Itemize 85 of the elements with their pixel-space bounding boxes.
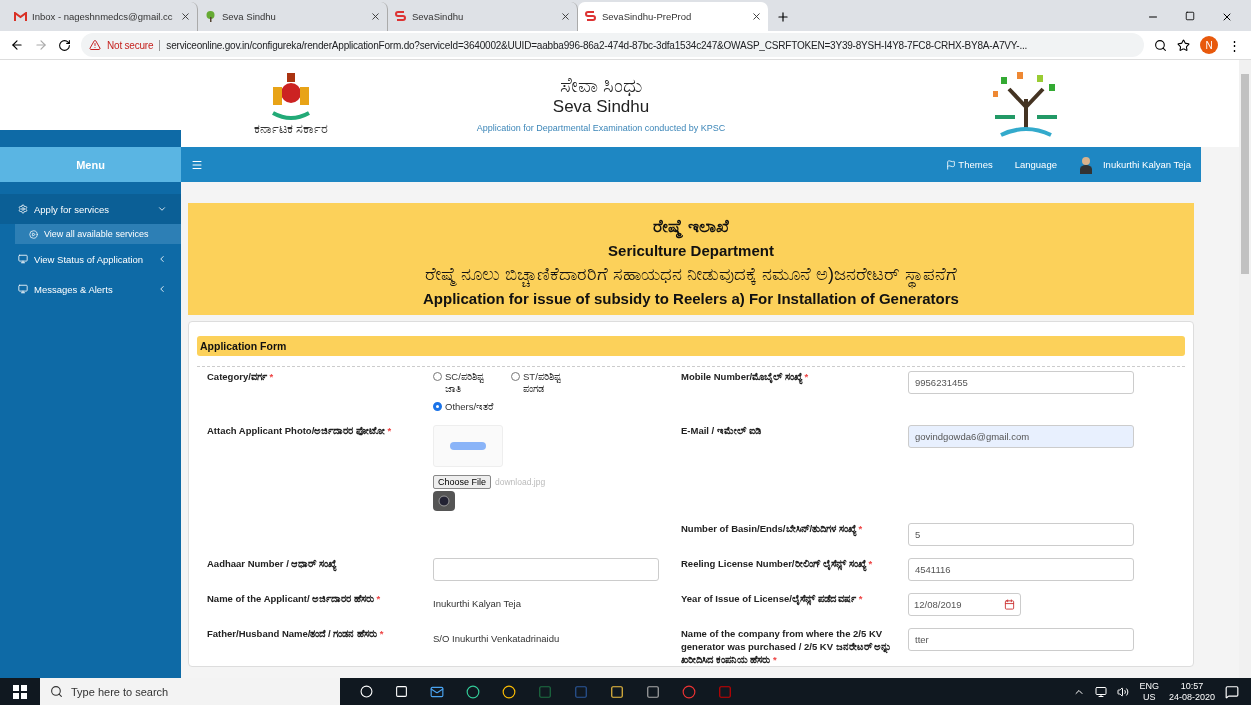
application-title: Application for issue of subsidy to Reelers a) For Installation of Generators	[423, 290, 959, 307]
flag-icon	[946, 159, 957, 170]
security-label: Not secure	[107, 39, 161, 51]
url-text: serviceonline.gov.in/configureka/renderApplicationForm.do?serviceId=3640002&UUID=aabba996-86a2-474d-87bc-3dfa1534c247&OWASP_CSRFTOKEN=3Y39-8YSH-I4Y8-7FC8-CRHX-BY8A-A7VY-...	[166, 39, 1028, 51]
field-label: Father/Husband Name/ತಂದೆ / ಗಂಡನ ಹೆಸರು *	[207, 628, 385, 641]
field-label: Attach Applicant Photo/ಅರ್ಜಿದಾರರ ಫೋಟೋ *	[207, 425, 393, 438]
new-tab-icon[interactable]	[776, 10, 790, 24]
search-icon	[50, 685, 63, 698]
clock[interactable]: 10:57 24-08-2020	[1168, 680, 1215, 703]
chevron-icon	[157, 254, 167, 264]
radio-option[interactable]: ST/ಪರಿಶಿಷ್ಟ ಪಂಗಡ	[511, 371, 581, 395]
camera-icon[interactable]	[433, 491, 455, 511]
choose-file-button[interactable]: Choose File	[433, 475, 492, 489]
field-label: Year of Issue of License/ಲೈಸೆನ್ಸ್ ಪಡೆದ ವರ್ಷ *	[681, 593, 864, 608]
department-title: Sericulture Department	[608, 242, 774, 259]
radio-option[interactable]: SC/ಪರಿಶಿಷ್ಟ ಜಾತಿ	[433, 371, 503, 395]
maximize-icon[interactable]	[1185, 11, 1195, 21]
file-name: download.jpg	[495, 477, 546, 487]
emblem-caption: ಕರ್ನಾಟಕ ಸರ್ಕಾರ	[253, 120, 329, 137]
field-label: Number of Basin/Ends/ಬೇಸಿನ್/ತುದಿಗಳ ಸಂಖ್ಯೆ *	[681, 523, 908, 546]
radio-option[interactable]: Others/ಇತರೆ	[433, 401, 503, 413]
notifications-icon[interactable]	[1225, 684, 1239, 699]
monitor-icon	[18, 284, 28, 294]
monitor-icon	[18, 254, 28, 264]
browser-tab[interactable]: SevaSindhu-PreProd	[578, 2, 768, 31]
field-label: Reeling License Number/ರೀಲಿಂಗ್ ಲೈಸೆನ್ಸ್ ಸಂಖ್ಯೆ *	[681, 558, 908, 581]
sidebar-item[interactable]: View Status of Application	[0, 244, 181, 274]
gears-icon	[18, 204, 28, 214]
input-field[interactable]: tter	[908, 628, 1134, 651]
play-circle-icon	[29, 229, 38, 239]
photo-placeholder	[433, 425, 503, 467]
taskbar-search[interactable]: Type here to search	[40, 678, 340, 705]
star-icon[interactable]	[1177, 38, 1190, 52]
user-avatar-icon	[1078, 155, 1093, 174]
warning-icon	[89, 39, 101, 51]
menu-icon[interactable]	[191, 158, 203, 171]
input-field[interactable]: govindgowda6@gmail.com	[908, 425, 1134, 448]
field-label: Category/ವರ್ಗ *	[207, 371, 275, 384]
site-subtitle: Application for Departmental Examination conducted by KPSC	[476, 123, 726, 133]
sidebar-item[interactable]: Apply for services	[0, 194, 181, 224]
close-icon[interactable]	[370, 11, 381, 22]
chevron-icon	[157, 204, 167, 214]
network-icon[interactable]	[1095, 685, 1108, 698]
tree-logo-icon	[204, 10, 217, 23]
address-bar[interactable]: Not secure serviceonline.gov.in/configureka/renderApplicationForm.do?serviceId=3640002&UUID=aabba996-86a2-474d-87bc-3dfa1534c247&OWASP_CSRFTOKEN=3Y39-8YSH-I4Y8-7FC8-CRHX-BY8A-A7VY-...	[81, 33, 1144, 57]
sidebar-subitem[interactable]: View all available services	[15, 224, 181, 244]
field-label: Mobile Number/ಮೊಬೈಲ್ ಸಂಖ್ಯೆ *	[681, 371, 908, 413]
language-link[interactable]: Language	[1014, 159, 1057, 170]
close-icon[interactable]	[560, 11, 571, 22]
ss-logo-icon	[394, 10, 407, 23]
ss-logo-icon	[584, 10, 597, 23]
sidebar-item[interactable]: Messages & Alerts	[0, 274, 181, 304]
menu-title: Menu	[0, 147, 181, 182]
input-field[interactable]: 4541116	[908, 558, 1134, 581]
windows-icon[interactable]	[13, 684, 27, 699]
volume-icon[interactable]	[1117, 685, 1130, 698]
chevron-icon	[157, 284, 167, 294]
field-label: Name of the Applicant/ ಅರ್ಜಿದಾರರ ಹೆಸರು *	[207, 593, 382, 606]
mail-icon	[14, 11, 27, 22]
site-title: ಸೇವಾ ಸಿಂಧು	[559, 74, 643, 97]
field-label: E-Mail / ಇಮೇಲ್ ಐಡಿ	[681, 425, 762, 438]
field-value: Inukurthi Kalyan Teja	[433, 598, 522, 609]
profile-avatar[interactable]: N	[1200, 36, 1218, 54]
language-indicator[interactable]: ENG US	[1139, 680, 1159, 703]
form-title: Application Form	[197, 336, 1185, 356]
field-value: S/O Inukurthi Venkatadrinaidu	[433, 633, 560, 644]
themes-link[interactable]: Themes	[946, 159, 993, 170]
search-icon[interactable]	[1154, 38, 1167, 52]
department-title: ರೇಷ್ಮೆ ಇಲಾಖೆ	[653, 217, 729, 237]
site-title: Seva Sindhu	[552, 97, 650, 117]
mail-icon[interactable]	[430, 684, 444, 699]
input-field[interactable]	[433, 558, 659, 581]
back-icon[interactable]	[10, 38, 24, 52]
close-icon[interactable]	[1221, 11, 1233, 23]
date-field[interactable]: 12/08/2019	[908, 593, 1021, 616]
calendar-icon[interactable]	[1004, 599, 1015, 610]
input-field[interactable]: 5	[908, 523, 1134, 546]
close-icon[interactable]	[751, 11, 762, 22]
close-icon[interactable]	[180, 11, 191, 22]
field-label: Name of the company from where the 2/5 KV generator was purchased / 2/5 KV ಜನರೇಟರ್ ಅನ್ನು ಖರೀದಿಸಿದ ಕಂಪನಿಯ ಹೆಸರು *	[681, 628, 893, 667]
field-label: Aadhaar Number / ಆಧಾರ್ ಸಂಖ್ಯೆ	[207, 558, 433, 581]
more-menu-button[interactable]: ⋮	[1228, 37, 1241, 53]
input-field[interactable]: 9956231455	[908, 371, 1134, 394]
user-menu[interactable]: Inukurthi Kalyan Teja	[1078, 155, 1191, 174]
reload-icon[interactable]	[58, 38, 71, 52]
